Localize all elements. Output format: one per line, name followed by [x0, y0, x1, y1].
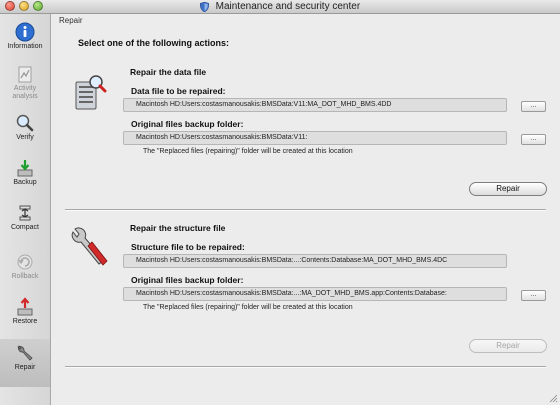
page-title: Select one of the following actions: [78, 38, 230, 48]
structure-backup-folder-label: Original files backup folder: [131, 275, 244, 285]
activity-analysis-icon [18, 66, 32, 83]
repair-structure-file-button[interactable]: Repair [469, 339, 547, 353]
data-file-path-field[interactable]: Macintosh HD:Users:costasmanousakis:BMSD… [123, 98, 507, 112]
structure-file-path-field[interactable]: Macintosh HD:Users:costasmanousakis:BMSD… [123, 254, 507, 268]
sidebar-item-restore[interactable]: Restore [0, 297, 50, 326]
structure-backup-note: The "Replaced files (repairing)" folder … [143, 304, 353, 311]
sidebar-item-label: Activity analysis [12, 85, 38, 100]
sidebar-item-label: Verify [16, 134, 34, 141]
breadcrumb: Repair [59, 16, 83, 25]
sidebar-item-repair[interactable]: Repair [0, 339, 50, 387]
sidebar-item-verify[interactable]: Verify [0, 113, 50, 142]
bottom-divider [65, 366, 546, 368]
shield-icon [199, 1, 209, 12]
close-window-button[interactable] [5, 1, 15, 11]
sidebar-item-rollback[interactable]: Rollback [0, 252, 50, 281]
sidebar-item-information[interactable]: Information [0, 22, 50, 51]
data-file-browse-button[interactable]: ... [521, 101, 546, 112]
minimize-window-button[interactable] [19, 1, 29, 11]
sidebar-item-compact[interactable]: Compact [0, 203, 50, 232]
structure-file-repair-icon [71, 227, 108, 266]
sidebar-item-label: Repair [14, 364, 36, 371]
section-divider [65, 209, 546, 211]
zoom-window-button[interactable] [33, 1, 43, 11]
structure-backup-browse-button[interactable]: ... [521, 290, 546, 301]
wrench-icon [17, 345, 33, 361]
data-file-section-title: Repair the data file [130, 67, 207, 77]
repair-data-file-button[interactable]: Repair [469, 182, 547, 196]
window-title: Maintenance and security center [215, 1, 361, 12]
sidebar-item-backup[interactable]: Backup [0, 158, 50, 187]
structure-file-section-title: Repair the structure file [130, 223, 226, 233]
data-backup-browse-button[interactable]: ... [521, 134, 546, 145]
data-backup-folder-label: Original files backup folder: [131, 119, 244, 129]
magnifier-icon [16, 114, 34, 132]
title-bar: Maintenance and security center [0, 0, 560, 14]
backup-icon [17, 160, 33, 177]
data-backup-note: The "Replaced files (repairing)" folder … [143, 148, 353, 155]
sidebar-item-activity-analysis[interactable]: Activity analysis [0, 64, 50, 101]
compact-icon [19, 205, 31, 221]
data-file-label: Data file to be repaired: [131, 86, 226, 96]
sidebar-item-label: Information [7, 43, 43, 50]
sidebar-item-label: Rollback [11, 273, 39, 280]
main-panel: Repair Select one of the following actio… [51, 14, 560, 405]
sidebar-item-label: Restore [12, 318, 38, 325]
rollback-icon [17, 254, 33, 270]
sidebar-item-label: Compact [10, 224, 39, 231]
info-icon [15, 22, 35, 42]
sidebar-item-label: Backup [13, 179, 37, 186]
structure-backup-path-field[interactable]: Macintosh HD:Users:costasmanousakis:BMSD… [123, 287, 507, 301]
data-backup-path-field[interactable]: Macintosh HD:Users:costasmanousakis:BMSD… [123, 131, 507, 145]
restore-icon [17, 297, 33, 316]
data-file-repair-icon [75, 75, 107, 110]
resize-grip-icon[interactable] [549, 394, 558, 403]
sidebar: Information Activity analysis Verify Bac… [0, 14, 51, 405]
structure-file-label: Structure file to be repaired: [131, 242, 245, 252]
